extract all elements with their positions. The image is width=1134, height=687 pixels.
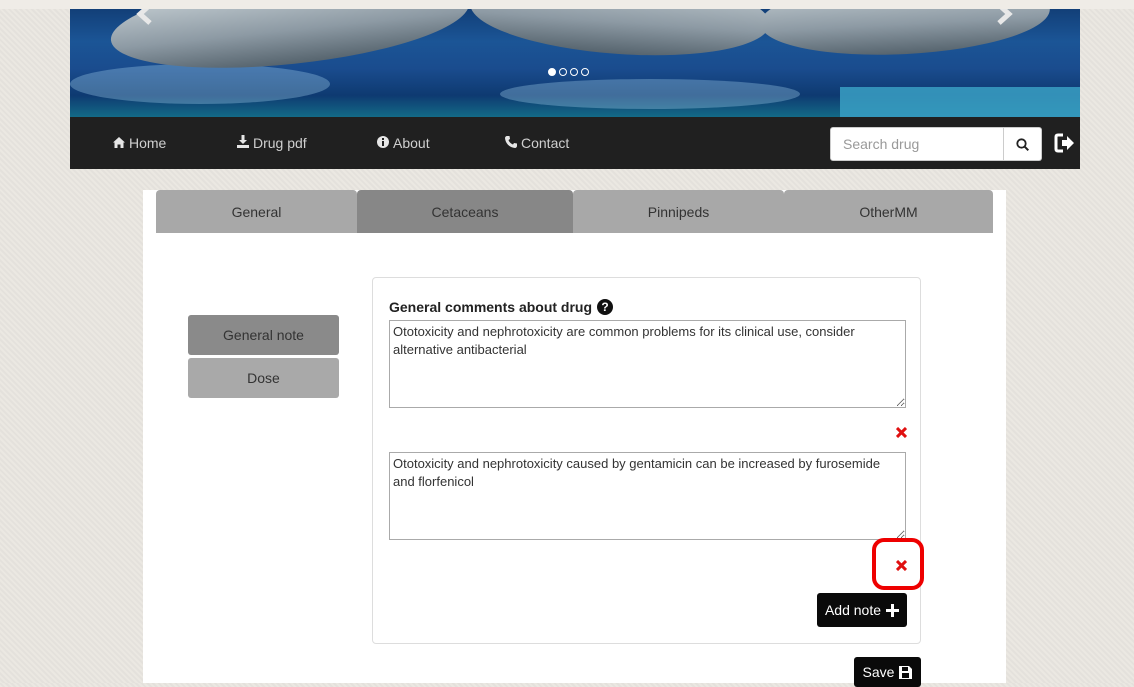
tab-cetaceans[interactable]: Cetaceans xyxy=(357,190,573,233)
chevron-left-icon xyxy=(136,9,152,25)
plus-icon xyxy=(886,603,900,617)
carousel-next-button[interactable] xyxy=(995,9,1013,32)
carousel-indicators xyxy=(548,68,589,76)
nav-home[interactable]: Home xyxy=(113,135,166,151)
chevron-right-icon xyxy=(997,9,1013,25)
general-notes-card: General comments about drug ? Ototoxicit… xyxy=(372,277,921,644)
floppy-disk-icon xyxy=(899,665,913,679)
water-ripple xyxy=(500,79,800,109)
note-textarea-1[interactable]: Ototoxicity and nephrotoxicity are commo… xyxy=(389,320,906,408)
top-strip xyxy=(0,0,1134,9)
nav-contact-label: Contact xyxy=(521,135,570,151)
nav-drug-pdf-label: Drug pdf xyxy=(253,135,307,151)
sidebar-item-dose[interactable]: Dose xyxy=(188,358,339,398)
question-circle-icon[interactable]: ? xyxy=(597,299,614,315)
drug-editor-panel: General Cetaceans Pinnipeds OtherMM Gene… xyxy=(143,190,1006,687)
tab-pinnipeds[interactable]: Pinnipeds xyxy=(573,190,784,233)
nav-contact[interactable]: Contact xyxy=(505,135,569,151)
note-textarea-2[interactable]: Ototoxicity and nephrotoxicity caused by… xyxy=(389,452,906,540)
water-ripple xyxy=(70,64,330,104)
nav-about-label: About xyxy=(393,135,430,151)
notes-heading-text: General comments about drug xyxy=(389,299,593,315)
highlight-annotation xyxy=(872,538,924,590)
info-icon xyxy=(377,136,389,148)
tab-othermm[interactable]: OtherMM xyxy=(784,190,993,233)
main-navbar: Home Drug pdf About Contact xyxy=(70,117,1080,169)
carousel-prev-button[interactable] xyxy=(136,9,154,32)
nav-home-label: Home xyxy=(129,135,167,151)
download-icon xyxy=(237,135,249,148)
tab-general[interactable]: General xyxy=(156,190,357,233)
notes-heading: General comments about drug ? xyxy=(389,299,614,315)
carousel-dot[interactable] xyxy=(548,68,556,76)
phone-icon xyxy=(505,136,517,148)
add-note-button[interactable]: Add note xyxy=(817,593,907,627)
home-icon xyxy=(113,137,125,148)
delete-note-1-button[interactable] xyxy=(895,424,908,441)
logout-icon xyxy=(1054,133,1074,153)
hero-carousel xyxy=(70,9,1080,117)
nav-drug-pdf[interactable]: Drug pdf xyxy=(237,135,307,151)
search-group xyxy=(830,127,1042,161)
pool-edge xyxy=(840,87,1080,117)
search-input[interactable] xyxy=(830,127,1004,161)
dolphin-image xyxy=(467,9,773,65)
sidebar-item-general-note[interactable]: General note xyxy=(188,315,339,355)
carousel-dot[interactable] xyxy=(570,68,578,76)
search-icon xyxy=(1016,137,1029,151)
remove-icon xyxy=(895,426,908,439)
carousel-dot[interactable] xyxy=(581,68,589,76)
nav-about[interactable]: About xyxy=(377,135,430,151)
add-note-label: Add note xyxy=(824,602,882,618)
carousel-dot[interactable] xyxy=(559,68,567,76)
save-label: Save xyxy=(862,664,895,680)
search-button[interactable] xyxy=(1004,127,1042,161)
logout-button[interactable] xyxy=(1054,132,1076,154)
